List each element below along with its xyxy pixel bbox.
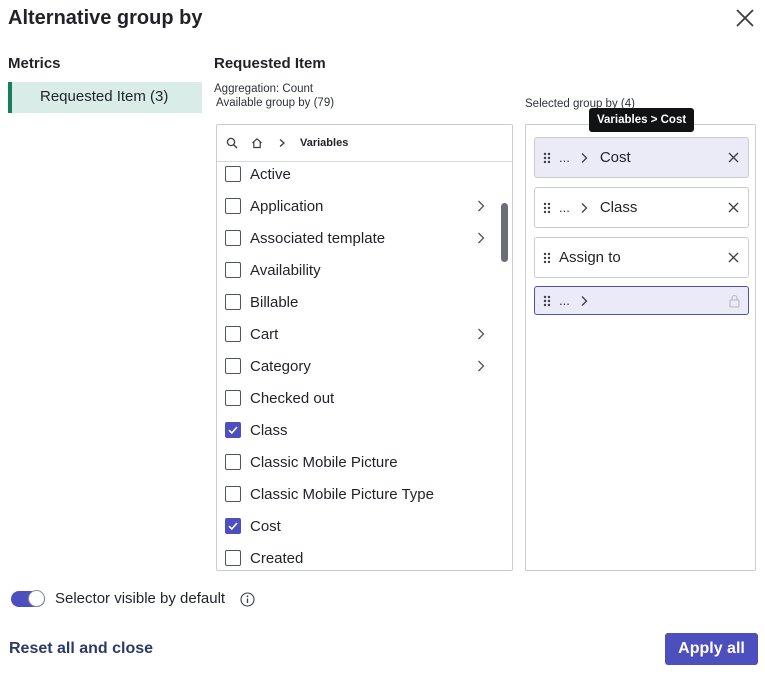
available-group-by-label: Available group by (79) <box>216 97 335 109</box>
list-item-label: Active <box>250 165 291 183</box>
list-item[interactable]: Class <box>217 414 512 446</box>
list-item-label: Cost <box>250 517 281 535</box>
metric-item-requested-item[interactable]: Requested Item (3) <box>8 82 202 113</box>
list-item[interactable]: Application <box>217 190 512 222</box>
list-item[interactable]: Active <box>217 158 512 190</box>
checkbox[interactable] <box>225 230 241 246</box>
list-item-label: Class <box>250 421 288 439</box>
checkbox[interactable] <box>225 454 241 470</box>
remove-icon[interactable] <box>727 251 740 264</box>
breadcrumb-current: Variables <box>300 137 349 149</box>
chevron-right-icon <box>581 152 588 163</box>
list-item[interactable]: Classic Mobile Picture Type <box>217 478 512 510</box>
home-icon[interactable] <box>250 136 264 150</box>
breadcrumb: Variables <box>217 125 512 162</box>
list-item[interactable]: Associated template <box>217 222 512 254</box>
checkbox[interactable] <box>225 166 241 182</box>
close-icon[interactable] <box>733 6 757 30</box>
list-item-label: Billable <box>250 293 299 311</box>
remove-icon[interactable] <box>727 201 740 214</box>
drag-handle-icon[interactable] <box>543 152 551 164</box>
chevron-right-icon[interactable] <box>474 231 488 245</box>
selected-chip-class[interactable]: ... Class <box>534 187 749 228</box>
list-item-label: Classic Mobile Picture <box>250 453 398 471</box>
info-icon[interactable] <box>240 592 255 607</box>
checkbox[interactable] <box>225 294 241 310</box>
toggle-knob <box>28 590 45 607</box>
apply-all-button[interactable]: Apply all <box>665 633 758 665</box>
metrics-heading: Metrics <box>8 55 61 72</box>
selected-chip-assign-to[interactable]: Assign to <box>534 237 749 278</box>
list-item[interactable]: Cost <box>217 510 512 542</box>
requested-item-heading: Requested Item <box>214 55 326 72</box>
list-item[interactable]: Cart <box>217 318 512 350</box>
chevron-right-icon <box>581 202 588 213</box>
checkbox[interactable] <box>225 486 241 502</box>
list-item[interactable]: Classic Mobile Picture <box>217 446 512 478</box>
scrollbar[interactable] <box>501 203 508 262</box>
chevron-right-icon <box>581 295 588 306</box>
drag-handle-icon[interactable] <box>543 295 551 307</box>
list-item-label: Availability <box>250 261 321 279</box>
available-group-by-panel: Variables Active Application Associated … <box>216 124 513 571</box>
selector-visible-toggle[interactable] <box>11 590 45 607</box>
list-item-label: Application <box>250 197 324 215</box>
chevron-right-icon[interactable] <box>474 359 488 373</box>
search-icon[interactable] <box>225 136 239 150</box>
list-item-label: Checked out <box>250 389 335 407</box>
list-item[interactable]: Checked out <box>217 382 512 414</box>
checkbox[interactable] <box>225 390 241 406</box>
path-ellipsis: ... <box>559 200 570 215</box>
chevron-right-icon[interactable] <box>474 327 488 341</box>
reset-all-link[interactable]: Reset all and close <box>9 640 153 658</box>
selected-chip-label: Class <box>599 199 638 216</box>
list-item[interactable]: Availability <box>217 254 512 286</box>
checkbox[interactable] <box>225 262 241 278</box>
lock-icon <box>729 294 740 308</box>
selected-chip-new[interactable]: ... <box>534 286 749 315</box>
list-item-label: Category <box>250 357 311 375</box>
list-item-label: Created <box>250 549 304 567</box>
selected-chip-cost[interactable]: ... Cost <box>534 137 749 178</box>
remove-icon[interactable] <box>727 151 740 164</box>
selected-group-by-panel: ... Cost ... Class Assign to ... <box>525 124 756 571</box>
checkbox[interactable] <box>225 198 241 214</box>
selected-chip-label: Assign to <box>559 249 621 266</box>
list-item-label: Associated template <box>250 229 386 247</box>
drag-handle-icon[interactable] <box>543 202 551 214</box>
checkbox[interactable] <box>225 326 241 342</box>
list-item-label: Cart <box>250 325 279 343</box>
selected-chip-label: Cost <box>599 149 631 166</box>
list-item[interactable]: Created <box>217 542 512 570</box>
drag-handle-icon[interactable] <box>543 252 551 264</box>
available-list: Active Application Associated template A… <box>217 158 512 570</box>
list-item[interactable]: Billable <box>217 286 512 318</box>
tooltip: Variables > Cost <box>589 108 695 132</box>
chevron-right-icon <box>275 136 289 150</box>
chevron-right-icon[interactable] <box>474 199 488 213</box>
dialog-title: Alternative group by <box>8 7 203 29</box>
list-item-label: Classic Mobile Picture Type <box>250 485 434 503</box>
list-item[interactable]: Category <box>217 350 512 382</box>
checkbox[interactable] <box>225 550 241 566</box>
checkbox-checked[interactable] <box>225 422 241 438</box>
path-ellipsis: ... <box>559 150 570 165</box>
path-ellipsis: ... <box>559 293 570 308</box>
aggregation-label: Aggregation: Count <box>214 83 314 95</box>
checkbox-checked[interactable] <box>225 518 241 534</box>
toggle-label: Selector visible by default <box>55 590 226 607</box>
checkbox[interactable] <box>225 358 241 374</box>
